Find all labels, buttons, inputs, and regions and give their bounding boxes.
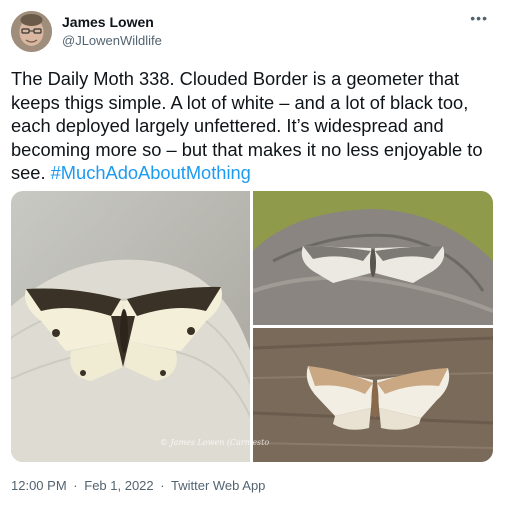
avatar[interactable] bbox=[11, 11, 52, 52]
profile-photo bbox=[11, 11, 52, 52]
media-grid[interactable] bbox=[11, 191, 493, 462]
moth-image-1 bbox=[11, 191, 250, 462]
more-horizontal-icon[interactable]: ••• bbox=[470, 10, 488, 26]
tweet-source[interactable]: Twitter Web App bbox=[171, 478, 265, 493]
moth-photo-3[interactable] bbox=[253, 328, 493, 462]
meta-separator: · bbox=[160, 478, 165, 493]
author-name[interactable]: James Lowen bbox=[62, 14, 154, 30]
tweet-time[interactable]: 12:00 PM bbox=[11, 478, 67, 493]
moth-photo-2[interactable] bbox=[253, 191, 493, 325]
moth-image-3 bbox=[253, 328, 493, 462]
tweet-meta: 12:00 PM · Feb 1, 2022 · Twitter Web App bbox=[11, 478, 268, 493]
photo-watermark: © James Lowen (Carmesto bbox=[160, 438, 270, 447]
tweet-date[interactable]: Feb 1, 2022 bbox=[84, 478, 153, 493]
hashtag-link[interactable]: #MuchAdoAboutMothing bbox=[51, 162, 251, 183]
moth-image-2 bbox=[253, 191, 493, 325]
author-handle[interactable]: @JLowenWildlife bbox=[62, 33, 162, 48]
meta-separator: · bbox=[73, 478, 78, 493]
tweet-text: The Daily Moth 338. Clouded Border is a … bbox=[11, 67, 497, 185]
moth-photo-1[interactable] bbox=[11, 191, 250, 462]
